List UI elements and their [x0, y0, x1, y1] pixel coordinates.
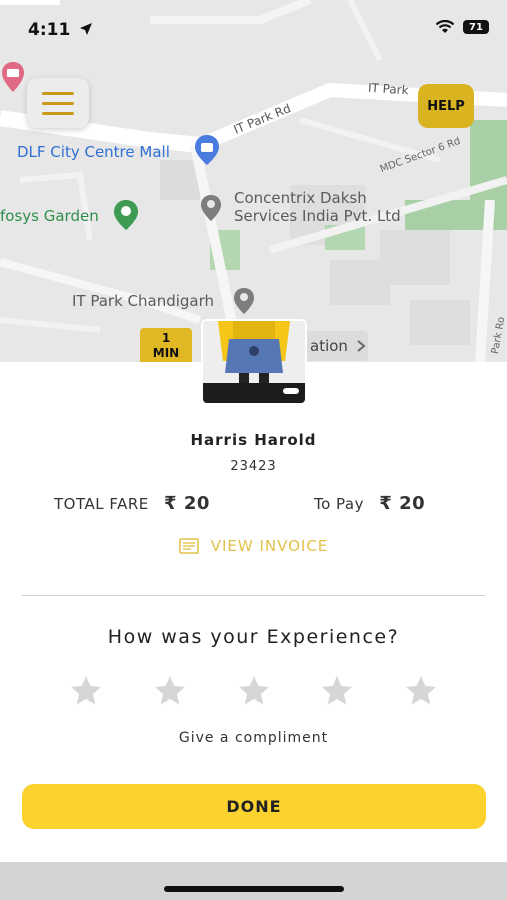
total-fare: TOTAL FARE ₹ 20: [54, 493, 210, 514]
location-arrow-icon: [80, 23, 93, 35]
ride-summary-sheet: Harris Harold 23423 TOTAL FARE ₹ 20 To P…: [0, 362, 507, 862]
star-icon-2[interactable]: [152, 673, 188, 709]
home-bar-area: [0, 862, 507, 900]
driver-photo: [201, 319, 307, 405]
invoice-icon: [178, 538, 199, 554]
to-pay: To Pay ₹ 20: [314, 493, 425, 514]
menu-button[interactable]: [27, 78, 89, 128]
star-icon-4[interactable]: [319, 673, 355, 709]
star-icon-1[interactable]: [68, 673, 104, 709]
chevron-right-icon: [357, 340, 366, 352]
map-label-road-2: IT Park: [367, 80, 410, 98]
park-pin-icon: [114, 200, 138, 230]
help-button[interactable]: HELP: [418, 84, 474, 128]
give-compliment-link[interactable]: Give a compliment: [0, 730, 507, 746]
experience-title: How was your Experience?: [107, 626, 400, 648]
battery-icon: 71: [463, 20, 489, 34]
map-label-infosys: fosys Garden: [0, 207, 99, 225]
done-button[interactable]: DONE: [22, 784, 486, 829]
map-label-it-park-chandigarh: IT Park Chandigarh: [72, 292, 215, 310]
hamburger-line-icon: [42, 91, 74, 95]
location-pin-icon: [234, 288, 254, 314]
map-pin-icon: [2, 62, 24, 92]
view-invoice-label: VIEW INVOICE: [210, 537, 329, 555]
map-label-concentrix-2: Services India Pvt. Ltd: [234, 207, 401, 225]
total-fare-label: TOTAL FARE: [54, 495, 149, 513]
hamburger-line-icon: [42, 101, 74, 105]
hamburger-line-icon: [42, 111, 74, 115]
home-indicator[interactable]: [164, 886, 344, 892]
total-fare-value: ₹ 20: [164, 493, 210, 514]
star-icon-5[interactable]: [403, 673, 439, 709]
divider: [22, 595, 485, 596]
location-pin-icon: [201, 195, 221, 221]
map-label-dlf: DLF City Centre Mall: [17, 143, 170, 161]
driver-avatar-image: [203, 321, 305, 403]
map-label-concentrix: Concentrix Daksh: [234, 189, 367, 207]
eta-badge: 1 MIN: [140, 328, 192, 362]
eta-value: 1: [161, 331, 171, 345]
status-icons: 71: [435, 20, 489, 34]
to-pay-label: To Pay: [314, 495, 364, 513]
view-invoice-link[interactable]: VIEW INVOICE: [0, 537, 507, 555]
shopping-pin-icon: [195, 135, 219, 165]
wifi-icon: [435, 20, 455, 33]
destination-chip-label: ation: [310, 337, 348, 355]
map-view[interactable]: DLF City Centre Mall Concentrix Daksh Se…: [0, 0, 507, 362]
driver-name: Harris Harold: [190, 431, 317, 449]
status-time: 4:11: [28, 20, 93, 40]
driver-id: 23423: [230, 459, 277, 474]
star-icon-3[interactable]: [236, 673, 272, 709]
eta-unit: MIN: [152, 346, 180, 360]
to-pay-value: ₹ 20: [379, 493, 426, 514]
